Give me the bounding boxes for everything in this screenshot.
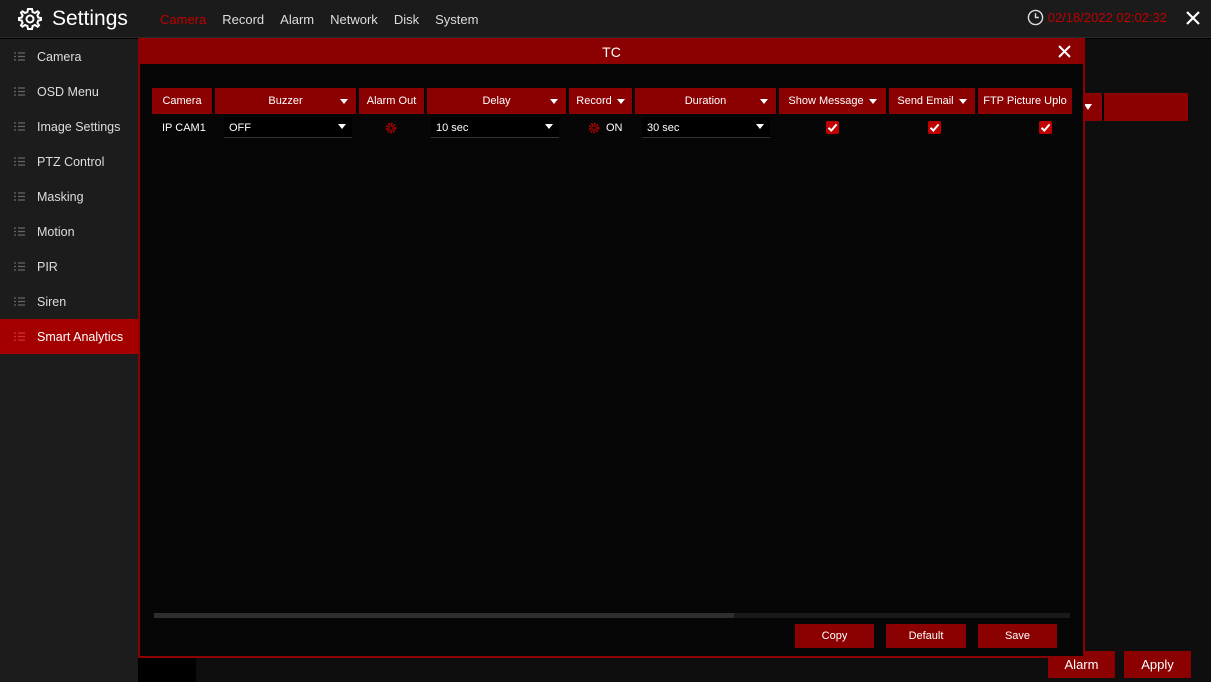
clock-icon	[1027, 9, 1044, 26]
chevron-down-icon	[550, 99, 558, 104]
column-header-record[interactable]: Record	[569, 88, 632, 114]
apply-button[interactable]: Apply	[1124, 651, 1191, 678]
duration-select[interactable]: 30 sec	[642, 118, 770, 138]
sidebar-item-siren[interactable]: Siren	[0, 284, 138, 319]
tab-record[interactable]: Record	[214, 12, 272, 27]
checkmark-icon	[929, 123, 940, 132]
sidebar-item-masking[interactable]: Masking	[0, 179, 138, 214]
column-header-label: Show Message	[788, 95, 864, 107]
scrollbar-thumb[interactable]	[154, 613, 734, 618]
sidebar-item-label: PIR	[37, 259, 58, 274]
tab-alarm[interactable]: Alarm	[272, 12, 322, 27]
column-header-label: Alarm Out	[366, 95, 417, 107]
chevron-down-icon	[756, 124, 764, 129]
sidebar: Camera OSD Menu Image Settings PTZ Contr…	[0, 39, 138, 682]
column-header-alarm-out: Alarm Out	[359, 88, 424, 114]
clock-datetime: 02/18/2022 02:02:32	[1047, 10, 1167, 25]
save-button[interactable]: Save	[978, 624, 1057, 648]
sidebar-item-camera[interactable]: Camera	[0, 39, 138, 74]
sidebar-item-label: Siren	[37, 294, 67, 309]
list-icon	[14, 87, 25, 96]
sidebar-item-label: Smart Analytics	[37, 329, 124, 344]
delay-select[interactable]: 10 sec	[431, 118, 559, 138]
close-icon[interactable]	[1056, 43, 1073, 60]
column-header-duration[interactable]: Duration	[635, 88, 776, 114]
column-header-label: Send Email	[897, 95, 954, 107]
clock: 02/18/2022 02:02:32	[1027, 9, 1167, 26]
delay-value: 10 sec	[436, 121, 469, 134]
top-bar: Settings Camera Record Alarm Network Dis…	[0, 0, 1211, 38]
chevron-down-icon	[340, 99, 348, 104]
close-icon[interactable]	[1183, 8, 1203, 28]
column-header-camera: Camera	[152, 88, 212, 114]
tab-network[interactable]: Network	[322, 12, 386, 27]
list-icon	[14, 52, 25, 61]
column-header-show-message[interactable]: Show Message	[779, 88, 886, 114]
tab-camera[interactable]: Camera	[152, 12, 214, 27]
alarm-out-settings-icon[interactable]	[385, 122, 397, 134]
checkmark-icon	[827, 123, 838, 132]
sidebar-item-label: OSD Menu	[37, 84, 99, 99]
sidebar-item-osd-menu[interactable]: OSD Menu	[0, 74, 138, 109]
column-header-label: Duration	[684, 95, 727, 107]
column-header-delay[interactable]: Delay	[427, 88, 566, 114]
default-button[interactable]: Default	[886, 624, 966, 648]
column-header-label: Camera	[162, 95, 202, 107]
app-title-text: Settings	[52, 7, 128, 30]
record-settings-icon[interactable]	[588, 122, 600, 134]
chevron-down-icon	[616, 98, 625, 104]
sidebar-item-smart-analytics[interactable]: Smart Analytics	[0, 319, 138, 354]
column-header-label: FTP Picture Uplo	[983, 95, 1067, 107]
tab-system[interactable]: System	[427, 12, 486, 27]
top-tabs: Camera Record Alarm Network Disk System	[152, 0, 486, 38]
header-divider	[1102, 93, 1104, 121]
background-table-header	[1080, 93, 1188, 121]
sidebar-item-image-settings[interactable]: Image Settings	[0, 109, 138, 144]
list-icon	[14, 262, 25, 271]
sidebar-item-label: Image Settings	[37, 119, 121, 134]
buzzer-select[interactable]: OFF	[224, 118, 352, 138]
list-icon	[14, 297, 25, 306]
dialog-title: TC	[140, 40, 1083, 64]
column-header-send-email[interactable]: Send Email	[889, 88, 975, 114]
chevron-down-icon	[868, 98, 877, 104]
camera-name: IP CAM1	[162, 122, 206, 134]
sidebar-item-motion[interactable]: Motion	[0, 214, 138, 249]
list-icon	[14, 332, 25, 341]
record-value: ON	[606, 122, 623, 134]
sidebar-item-label: Masking	[37, 189, 84, 204]
horizontal-scrollbar[interactable]	[154, 613, 1070, 618]
app-title: Settings	[18, 5, 128, 33]
chevron-down-icon	[545, 124, 553, 129]
chevron-down-icon	[958, 98, 967, 104]
send-email-checkbox[interactable]	[928, 121, 941, 134]
checkmark-icon	[1040, 123, 1051, 132]
column-header-ftp-upload[interactable]: FTP Picture Uplo	[978, 88, 1072, 114]
list-icon	[14, 157, 25, 166]
duration-value: 30 sec	[647, 121, 680, 134]
gear-icon	[18, 8, 42, 30]
sidebar-item-pir[interactable]: PIR	[0, 249, 138, 284]
sidebar-item-label: Motion	[37, 224, 75, 239]
column-header-label: Delay	[482, 95, 511, 107]
show-message-checkbox[interactable]	[826, 121, 839, 134]
list-icon	[14, 227, 25, 236]
column-header-buzzer[interactable]: Buzzer	[215, 88, 356, 114]
column-header-label: Record	[576, 95, 612, 107]
sidebar-item-label: Camera	[37, 49, 82, 64]
copy-button[interactable]: Copy	[795, 624, 874, 648]
tab-disk[interactable]: Disk	[386, 12, 427, 27]
list-icon	[14, 192, 25, 201]
sidebar-item-label: PTZ Control	[37, 154, 105, 169]
column-header-label: Buzzer	[268, 95, 303, 107]
chevron-down-icon	[338, 124, 346, 129]
tc-dialog: TC Camera Buzzer Alarm Out Delay Record …	[138, 38, 1085, 658]
chevron-down-icon	[1084, 104, 1092, 110]
buzzer-value: OFF	[229, 121, 251, 134]
sidebar-item-ptz-control[interactable]: PTZ Control	[0, 144, 138, 179]
chevron-down-icon	[760, 99, 768, 104]
ftp-upload-checkbox[interactable]	[1039, 121, 1052, 134]
list-icon	[14, 122, 25, 131]
